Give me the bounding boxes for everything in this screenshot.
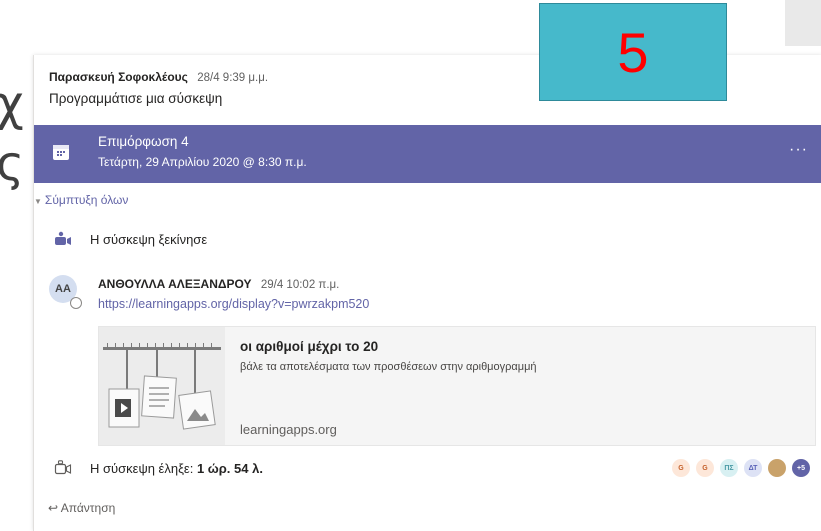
post-header: Παρασκευή Σοφοκλέους 28/4 9:39 μ.μ. Προγ…	[49, 70, 268, 106]
reply-author[interactable]: ΑΝΘΟΥΛΛΑ ΑΛΕΞΑΝΔΡΟΥ	[98, 277, 252, 291]
collapse-all-label: Σύμπτυξη όλων	[44, 193, 129, 207]
slide-number-box: 5	[539, 3, 727, 101]
link-preview-card[interactable]: οι αριθμοί μέχρι το 20 βάλε τα αποτελέσμ…	[98, 326, 816, 446]
post-author[interactable]: Παρασκευή Σοφοκλέους	[49, 70, 188, 84]
slide-number: 5	[617, 20, 649, 84]
meeting-started-text: Η σύσκεψη ξεκίνησε	[90, 231, 208, 247]
reply-label: Απάντηση	[60, 501, 116, 515]
participant-avatar[interactable]: +5	[792, 459, 810, 477]
more-options-icon[interactable]: ···	[789, 141, 808, 159]
status-icon	[70, 297, 82, 309]
slide-background-glyph: ς	[0, 136, 25, 192]
meeting-duration: 1 ώρ. 54 λ.	[196, 460, 263, 476]
meeting-ended-icon	[54, 460, 72, 475]
avatar[interactable]: AA	[49, 275, 82, 309]
reply-button[interactable]: ↩ Απάντηση	[48, 501, 115, 515]
participant-avatar[interactable]	[768, 459, 786, 477]
meeting-title[interactable]: Επιμόρφωση 4	[98, 134, 189, 149]
post-time: 28/4 9:39 μ.μ.	[197, 72, 269, 84]
participant-avatar[interactable]: ΠΣ	[720, 459, 738, 477]
link-preview-thumbnail	[99, 327, 225, 445]
meeting-started-event: Η σύσκεψη ξεκίνησε	[54, 231, 207, 247]
post-text: Προγραμμάτισε μια σύσκεψη	[49, 91, 223, 106]
calendar-icon	[53, 145, 69, 160]
participant-avatars: G G ΠΣ ΔΤ +5	[672, 459, 810, 477]
participant-avatar[interactable]: G	[696, 459, 714, 477]
avatar-initials: AA	[55, 283, 71, 295]
meeting-ended-event: Η σύσκεψη έληξε: 1 ώρ. 54 λ.	[54, 460, 263, 476]
participant-avatar[interactable]: ΔΤ	[744, 459, 762, 477]
link-preview-domain: learningapps.org	[240, 422, 337, 437]
shared-link[interactable]: https://learningapps.org/display?v=pwrza…	[98, 297, 369, 311]
meeting-ended-text: Η σύσκεψη έληξε:	[90, 460, 197, 476]
meeting-banner[interactable]: Επιμόρφωση 4 Τετάρτη, 29 Απριλίου 2020 @…	[34, 125, 821, 183]
link-preview-title: οι αριθμοί μέχρι το 20	[240, 339, 379, 354]
participant-avatar[interactable]: G	[672, 459, 690, 477]
reply-arrow-icon: ↩	[48, 501, 59, 515]
number-line-illustration-icon	[103, 343, 221, 430]
collapse-triangle-icon: ▼	[34, 197, 42, 206]
slide-background-glyph: χ	[0, 76, 24, 132]
channel-post-card: Παρασκευή Σοφοκλέους 28/4 9:39 μ.μ. Προγ…	[33, 55, 821, 531]
reply-time: 29/4 10:02 π.μ.	[260, 279, 340, 291]
video-camera-icon	[55, 231, 71, 245]
scrollbar-corner	[785, 0, 821, 46]
meeting-date: Τετάρτη, 29 Απριλίου 2020 @ 8:30 π.μ.	[98, 155, 307, 169]
link-preview-description: βάλε τα αποτελέσματα των προσθέσεων στην…	[240, 361, 537, 373]
reply-header: ΑΝΘΟΥΛΛΑ ΑΛΕΞΑΝΔΡΟΥ 29/4 10:02 π.μ.	[98, 277, 339, 291]
collapse-all-link[interactable]: ▼ Σύμπτυξη όλων	[34, 193, 128, 207]
